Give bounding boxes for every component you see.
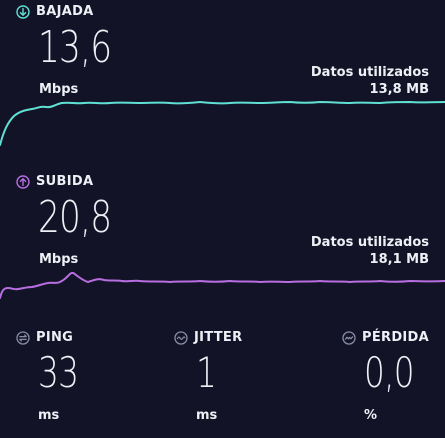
jitter-value: 1 — [196, 348, 217, 397]
upload-unit: Mbps — [39, 252, 79, 267]
packet-loss-value: 0,0 — [364, 348, 415, 397]
upload-header: SUBIDA — [16, 174, 93, 189]
upload-data-used: Datos utilizados 18,1 MB — [311, 234, 429, 268]
jitter-label: JITTER — [194, 330, 243, 345]
ping-header: PING — [16, 330, 73, 345]
ping-icon — [16, 330, 30, 345]
packet-loss-label: PÉRDIDA — [362, 330, 429, 345]
download-speed-value: 13,6 — [38, 22, 112, 73]
download-data-used: Datos utilizados 13,8 MB — [311, 64, 429, 98]
download-arrow-icon — [16, 4, 30, 19]
packet-loss-icon — [342, 330, 356, 345]
jitter-header: JITTER — [174, 330, 242, 345]
ping-unit: ms — [38, 408, 60, 423]
upload-label: SUBIDA — [36, 174, 94, 189]
jitter-stat: JITTER 1 ms — [174, 326, 314, 438]
upload-data-used-value: 18,1 MB — [369, 252, 429, 267]
packet-loss-stat: PÉRDIDA 0,0 % — [342, 326, 445, 438]
ping-value: 33 — [38, 348, 79, 397]
download-data-used-label: Datos utilizados — [310, 65, 429, 80]
speedtest-results: BAJADA 13,6 Mbps Datos utilizados 13,8 M… — [0, 0, 445, 438]
upload-arrow-icon — [16, 174, 30, 189]
ping-stat: PING 33 ms — [16, 326, 156, 438]
download-data-used-value: 13,8 MB — [369, 82, 429, 97]
download-header: BAJADA — [16, 4, 94, 19]
upload-data-used-label: Datos utilizados — [310, 235, 429, 250]
ping-label: PING — [36, 330, 74, 345]
download-unit: Mbps — [39, 82, 79, 97]
upload-section: SUBIDA 20,8 Mbps Datos utilizados 18,1 M… — [0, 170, 445, 320]
packet-loss-header: PÉRDIDA — [342, 330, 429, 345]
jitter-unit: ms — [196, 408, 218, 423]
packet-loss-unit: % — [364, 408, 378, 423]
download-label: BAJADA — [36, 4, 94, 19]
upload-speed-value: 20,8 — [38, 192, 112, 243]
download-section: BAJADA 13,6 Mbps Datos utilizados 13,8 M… — [0, 0, 445, 160]
jitter-icon — [174, 330, 188, 345]
latency-stats: PING 33 ms JITTER 1 ms PÉRDIDA 0,0 % — [0, 326, 445, 438]
